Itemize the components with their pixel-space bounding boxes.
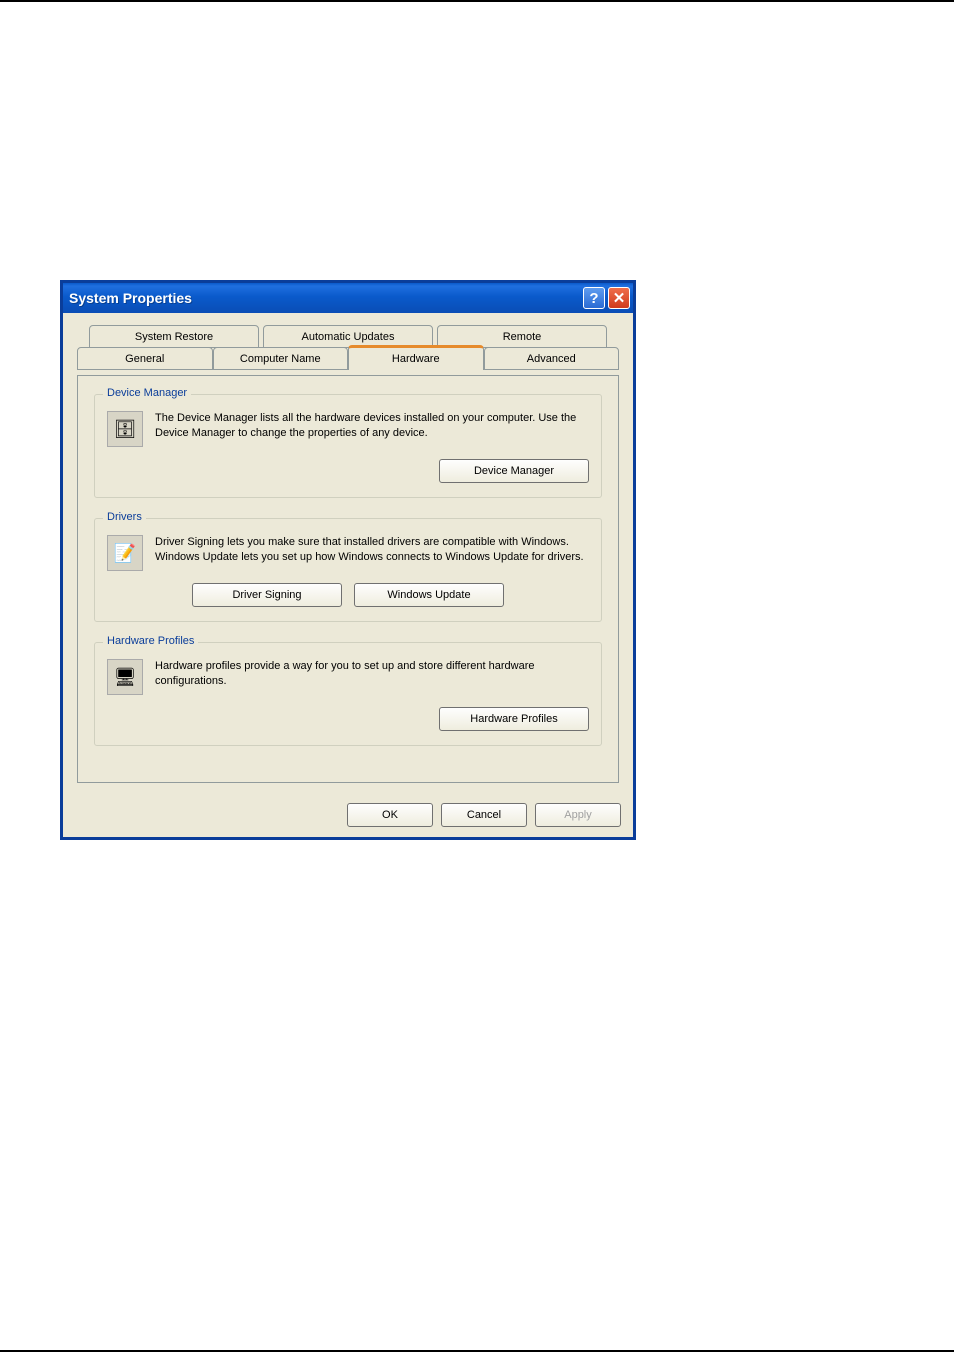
close-icon: ✕ xyxy=(613,289,626,307)
tab-general[interactable]: General xyxy=(77,347,213,370)
device-manager-group: Device Manager 🗄 The Device Manager list… xyxy=(94,394,602,498)
dialog-body: System Restore Automatic Updates Remote … xyxy=(63,313,633,793)
tabs-front-row: General Computer Name Hardware Advanced xyxy=(77,347,619,372)
hardware-panel: Device Manager 🗄 The Device Manager list… xyxy=(77,375,619,783)
hardware-profiles-buttons: Hardware Profiles xyxy=(107,707,589,731)
tab-system-restore[interactable]: System Restore xyxy=(89,325,259,348)
tab-container: System Restore Automatic Updates Remote … xyxy=(77,325,619,370)
hardware-profiles-text: Hardware profiles provide a way for you … xyxy=(155,659,589,695)
drivers-icon: 📝 xyxy=(107,535,143,571)
drivers-row: 📝 Driver Signing lets you make sure that… xyxy=(107,535,589,571)
system-properties-dialog: System Properties ? ✕ System Restore Aut… xyxy=(60,280,636,840)
apply-button: Apply xyxy=(535,803,621,827)
drivers-text: Driver Signing lets you make sure that i… xyxy=(155,535,589,571)
tab-advanced[interactable]: Advanced xyxy=(484,347,620,370)
titlebar: System Properties ? ✕ xyxy=(63,283,633,313)
hardware-profiles-icon: 🖥 xyxy=(107,659,143,695)
drivers-legend: Drivers xyxy=(103,511,146,523)
drivers-group: Drivers 📝 Driver Signing lets you make s… xyxy=(94,518,602,622)
device-manager-legend: Device Manager xyxy=(103,387,191,399)
driver-signing-button[interactable]: Driver Signing xyxy=(192,583,342,607)
device-manager-button[interactable]: Device Manager xyxy=(439,459,589,483)
device-manager-buttons: Device Manager xyxy=(107,459,589,483)
hardware-profiles-legend: Hardware Profiles xyxy=(103,635,198,647)
tabs-back-row: System Restore Automatic Updates Remote xyxy=(77,325,619,348)
dialog-action-row: OK Cancel Apply xyxy=(63,793,633,837)
device-manager-icon: 🗄 xyxy=(107,411,143,447)
cancel-button[interactable]: Cancel xyxy=(441,803,527,827)
window-title: System Properties xyxy=(69,290,580,306)
page: System Properties ? ✕ System Restore Aut… xyxy=(0,0,954,1352)
hardware-profiles-button[interactable]: Hardware Profiles xyxy=(439,707,589,731)
hardware-profiles-group: Hardware Profiles 🖥 Hardware profiles pr… xyxy=(94,642,602,746)
drivers-buttons: Driver Signing Windows Update xyxy=(107,583,589,607)
device-manager-row: 🗄 The Device Manager lists all the hardw… xyxy=(107,411,589,447)
ok-button[interactable]: OK xyxy=(347,803,433,827)
tab-computer-name[interactable]: Computer Name xyxy=(213,347,349,370)
dialog-wrapper: System Properties ? ✕ System Restore Aut… xyxy=(60,280,636,840)
hardware-profiles-row: 🖥 Hardware profiles provide a way for yo… xyxy=(107,659,589,695)
tab-hardware[interactable]: Hardware xyxy=(348,345,484,370)
device-manager-text: The Device Manager lists all the hardwar… xyxy=(155,411,589,447)
windows-update-button[interactable]: Windows Update xyxy=(354,583,504,607)
close-button[interactable]: ✕ xyxy=(608,287,630,309)
help-button[interactable]: ? xyxy=(583,287,605,309)
